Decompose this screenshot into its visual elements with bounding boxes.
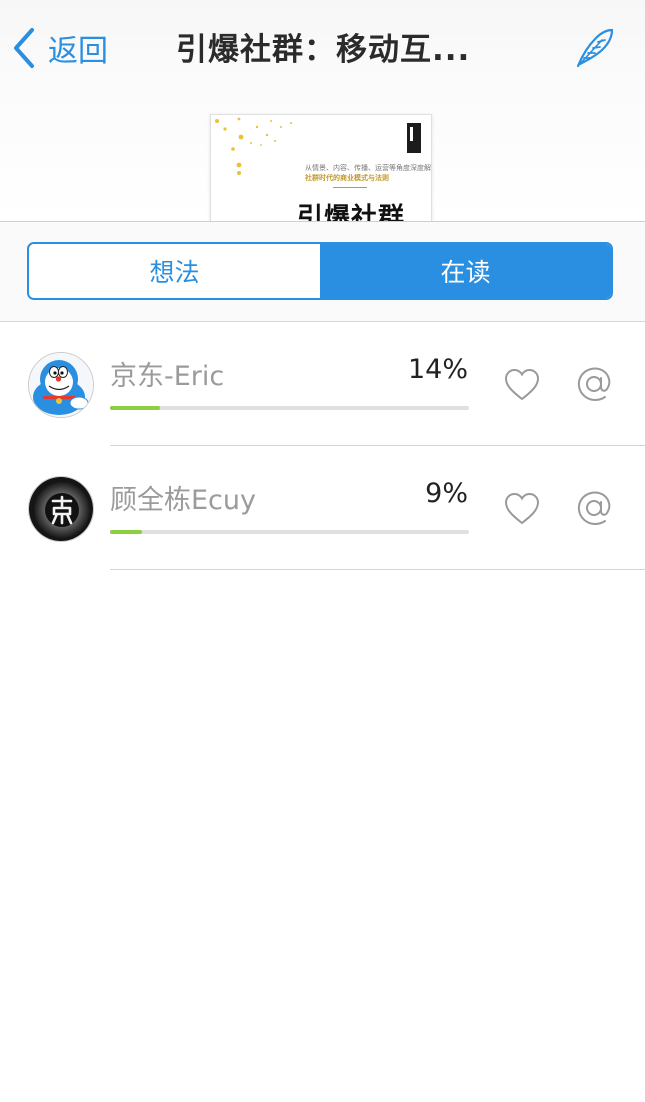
dark-logo-avatar-icon bbox=[29, 477, 93, 541]
avatar[interactable] bbox=[28, 476, 94, 542]
back-label: 返回 bbox=[48, 34, 108, 69]
like-button[interactable] bbox=[503, 490, 541, 528]
segment-bar: 想法 在读 bbox=[0, 221, 645, 322]
page-title: 引爆社群：移动互... bbox=[176, 32, 471, 68]
chevron-left-icon bbox=[14, 28, 34, 68]
progress-fill bbox=[110, 530, 143, 534]
cover-title: 引爆社群 bbox=[297, 203, 406, 222]
reader-name[interactable]: 京东-Eric bbox=[110, 354, 224, 393]
reading-percent: 9% bbox=[425, 478, 468, 509]
reader-name[interactable]: 顾全栋Ecuy bbox=[110, 478, 256, 517]
mention-button[interactable] bbox=[574, 488, 614, 528]
heart-icon bbox=[504, 368, 540, 401]
feather-icon bbox=[576, 28, 614, 68]
at-sign-icon bbox=[577, 491, 611, 526]
list-item[interactable]: 顾全栋Ecuy 9% bbox=[0, 446, 645, 570]
progress-bar bbox=[110, 530, 469, 534]
doraemon-avatar-icon bbox=[29, 353, 93, 417]
cover-tagline: 社群时代的商业模式与法则 bbox=[305, 174, 389, 182]
reading-percent: 14% bbox=[407, 354, 468, 385]
book-cover[interactable]: 从情景、内容、传播、运营等角度深度解构 社群时代的商业模式与法则 引爆社群 bbox=[210, 114, 432, 222]
cover-rule bbox=[333, 187, 367, 188]
like-button[interactable] bbox=[503, 366, 541, 404]
back-button[interactable]: 返回 bbox=[10, 26, 108, 70]
avatar[interactable] bbox=[28, 352, 94, 418]
row-divider bbox=[110, 569, 645, 570]
compose-button[interactable] bbox=[572, 26, 616, 70]
cover-subtitle: 从情景、内容、传播、运营等角度深度解构 bbox=[305, 164, 432, 172]
cover-decoration bbox=[215, 117, 292, 175]
segmented-control: 想法 在读 bbox=[27, 242, 613, 300]
progress-fill bbox=[110, 406, 161, 410]
list-item[interactable]: 京东-Eric 14% bbox=[0, 322, 645, 446]
heart-icon bbox=[504, 492, 540, 525]
tab-thoughts[interactable]: 想法 bbox=[29, 244, 320, 298]
mention-button[interactable] bbox=[574, 364, 614, 404]
progress-bar bbox=[110, 406, 469, 410]
at-sign-icon bbox=[577, 367, 611, 402]
publisher-logo bbox=[407, 123, 421, 153]
nav-header: 返回 引爆社群：移动互... 从情景、内容、传播、运营等角度深度解构 社群时代的… bbox=[0, 0, 645, 222]
tab-reading[interactable]: 在读 bbox=[320, 244, 611, 298]
